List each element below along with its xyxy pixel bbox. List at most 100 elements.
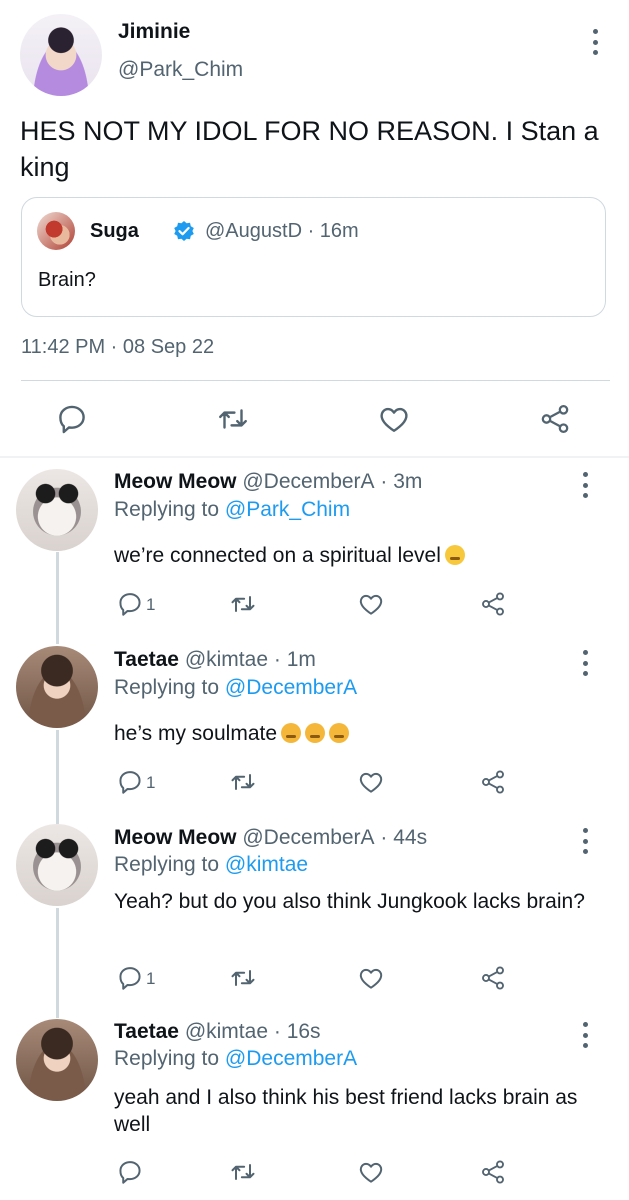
more-icon[interactable] (580, 650, 590, 676)
replying-to-link[interactable]: @DecemberA (225, 676, 357, 699)
reply-display-name[interactable]: Meow Meow (114, 470, 237, 493)
reply-icon[interactable] (116, 768, 144, 796)
reply-handle[interactable]: @DecemberA (242, 470, 374, 493)
reply-time: 44s (393, 826, 428, 849)
meta-separator: · (380, 826, 388, 849)
quoted-text: Brain? (38, 269, 96, 291)
reply-text: Yeah? but do you also think Jungkook lac… (114, 890, 585, 913)
replying-to-link[interactable]: @Park_Chim (225, 498, 350, 521)
like-icon[interactable] (377, 402, 411, 436)
reply-count: 1 (146, 969, 156, 988)
reply-action-bar: 1 (0, 766, 629, 806)
thread-line (56, 1010, 59, 1018)
main-action-bar (0, 395, 629, 445)
reply-icon[interactable] (116, 1158, 144, 1186)
verified-badge-icon (174, 221, 194, 241)
like-icon[interactable] (357, 768, 385, 796)
reply-count: 1 (146, 773, 156, 792)
reply-time: 3m (393, 470, 423, 493)
meta-separator: · (273, 648, 281, 671)
huffing-emoji-icon (305, 723, 326, 743)
quoted-time: 16m (319, 220, 359, 242)
replying-to-link[interactable]: @kimtae (225, 853, 308, 876)
avatar-meow-meow[interactable] (16, 824, 98, 906)
more-icon[interactable] (580, 472, 590, 498)
divider (21, 380, 610, 381)
reply-text: yeah and I also think his best friend la… (114, 1086, 578, 1136)
share-icon[interactable] (479, 1158, 507, 1186)
meta-separator: · (380, 470, 388, 493)
meta-separator: · (273, 1020, 281, 1043)
reply-display-name[interactable]: Taetae (114, 1020, 179, 1043)
replying-to: Replying to @Park_Chim (114, 498, 350, 522)
replying-to: Replying to @DecemberA (114, 1047, 357, 1071)
reply-action-bar: 1 (0, 962, 629, 1002)
reply-tweet[interactable]: Taetae @kimtae · 1m Replying to @Decembe… (0, 636, 629, 816)
reply-display-name[interactable]: Meow Meow (114, 826, 237, 849)
tweet-timestamp[interactable]: 11:42 PM · 08 Sep 22 (21, 336, 214, 359)
huffing-emoji-icon (281, 723, 302, 743)
reply-text: we’re connected on a spiritual level (114, 544, 441, 567)
share-icon[interactable] (538, 402, 572, 436)
main-handle[interactable]: @Park_Chim (118, 58, 243, 82)
reply-count: 1 (146, 595, 156, 614)
reply-icon[interactable] (116, 590, 144, 618)
replying-prefix: Replying to (114, 498, 225, 521)
like-icon[interactable] (357, 964, 385, 992)
avatar-taetae[interactable] (16, 646, 98, 728)
reply-header: Taetae @kimtae · 16s (114, 1020, 321, 1044)
retweet-icon[interactable] (229, 590, 257, 618)
reply-time: 16s (286, 1020, 321, 1043)
replying-to-link[interactable]: @DecemberA (225, 1047, 357, 1070)
share-icon[interactable] (479, 768, 507, 796)
reply-display-name[interactable]: Taetae (114, 648, 179, 671)
share-icon[interactable] (479, 964, 507, 992)
avatar-taetae[interactable] (16, 1019, 98, 1101)
like-icon[interactable] (357, 1158, 385, 1186)
replying-prefix: Replying to (114, 1047, 225, 1070)
reply-handle[interactable]: @kimtae (185, 1020, 268, 1043)
relieved-emoji-icon (444, 545, 465, 565)
reply-text: he’s my soulmate (114, 722, 278, 745)
main-tweet-text: HES NOT MY IDOL FOR NO REASON. I Stan a … (20, 116, 599, 182)
section-separator (0, 456, 629, 458)
replying-prefix: Replying to (114, 676, 225, 699)
reply-tweet[interactable]: Meow Meow @DecemberA · 44s Replying to @… (0, 816, 629, 1012)
quoted-display-name: Suga (90, 220, 139, 242)
reply-time: 1m (286, 648, 316, 671)
reply-handle[interactable]: @kimtae (185, 648, 268, 671)
retweet-icon[interactable] (216, 402, 250, 436)
thread-line (56, 816, 59, 824)
retweet-icon[interactable] (229, 1158, 257, 1186)
more-icon[interactable] (580, 828, 590, 854)
main-display-name[interactable]: Jiminie (118, 20, 190, 44)
avatar-suga (37, 212, 75, 250)
replying-to: Replying to @kimtae (114, 853, 308, 877)
meta-separator: · (307, 220, 320, 242)
reply-header: Taetae @kimtae · 1m (114, 648, 316, 672)
more-icon[interactable] (580, 1022, 590, 1048)
main-tweet: Jiminie @Park_Chim HES NOT MY IDOL FOR N… (0, 0, 629, 456)
more-icon[interactable] (590, 29, 600, 55)
retweet-icon[interactable] (229, 768, 257, 796)
reply-header: Meow Meow @DecemberA · 44s (114, 826, 427, 850)
reply-action-bar: 1 (0, 588, 629, 628)
like-icon[interactable] (357, 590, 385, 618)
retweet-icon[interactable] (229, 964, 257, 992)
reply-handle[interactable]: @DecemberA (242, 826, 374, 849)
reply-icon[interactable] (55, 402, 89, 436)
reply-text-wrap: we’re connected on a spiritual level (114, 542, 594, 569)
thread-line (56, 636, 59, 644)
avatar-jiminie[interactable] (20, 14, 102, 96)
share-icon[interactable] (479, 590, 507, 618)
quoted-handle: @AugustD (205, 220, 303, 242)
avatar-meow-meow[interactable] (16, 469, 98, 551)
reply-tweet[interactable]: Meow Meow @DecemberA · 3m Replying to @P… (0, 460, 629, 642)
huffing-emoji-icon (329, 723, 350, 743)
reply-tweet[interactable]: Taetae @kimtae · 16s Replying to @Decemb… (0, 1010, 629, 1200)
reply-action-bar (0, 1156, 629, 1196)
quoted-meta: @AugustD · 16m (205, 220, 359, 243)
reply-icon[interactable] (116, 964, 144, 992)
replying-to: Replying to @DecemberA (114, 676, 357, 700)
quoted-tweet[interactable]: Suga @AugustD · 16m Brain? (21, 197, 606, 317)
